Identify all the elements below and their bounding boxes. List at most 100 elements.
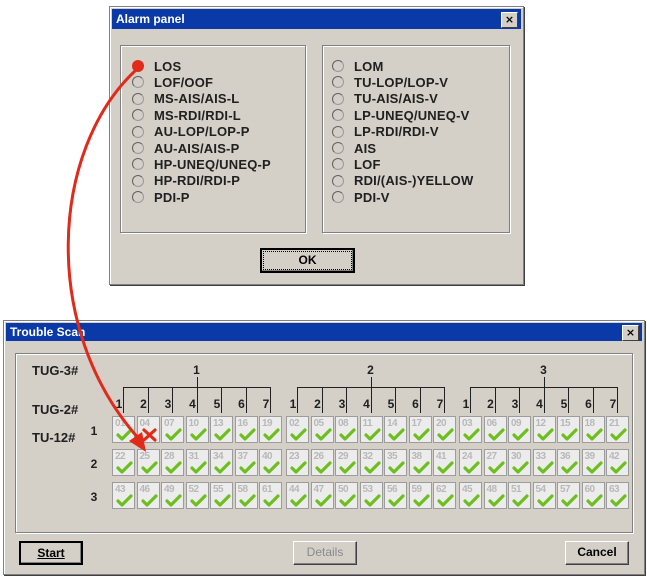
tu12-cell[interactable]: 27: [483, 449, 507, 476]
tu12-cell[interactable]: 40: [259, 449, 282, 476]
radio-icon[interactable]: [332, 158, 344, 171]
tu12-cell[interactable]: 51: [508, 482, 531, 509]
alarm-option[interactable]: LOF: [332, 156, 381, 172]
tu12-cell[interactable]: 21: [606, 416, 629, 443]
radio-selected-icon[interactable]: [132, 60, 144, 72]
tu12-cell[interactable]: 22: [112, 449, 135, 476]
tu12-cell[interactable]: 58: [234, 482, 258, 509]
details-button[interactable]: Details: [293, 541, 357, 565]
tu12-cell[interactable]: 12: [532, 416, 556, 443]
tu12-cell[interactable]: 60: [581, 482, 605, 509]
tu12-cell[interactable]: 04: [136, 416, 160, 443]
radio-icon[interactable]: [132, 142, 144, 154]
tu12-cell[interactable]: 52: [185, 482, 209, 509]
tu12-cell[interactable]: 62: [433, 482, 456, 509]
tu12-cell[interactable]: 28: [161, 449, 184, 476]
alarm-option[interactable]: LOF/OOF: [132, 74, 213, 90]
close-icon[interactable]: ×: [622, 325, 639, 341]
radio-icon[interactable]: [132, 125, 144, 138]
alarm-option[interactable]: AU-LOP/LOP-P: [132, 124, 250, 140]
alarm-option[interactable]: PDI-V: [332, 189, 390, 205]
alarm-option[interactable]: AU-AIS/AIS-P: [132, 140, 239, 156]
tu12-cell[interactable]: 34: [210, 449, 233, 476]
start-button[interactable]: Start: [19, 541, 83, 565]
tu12-cell[interactable]: 44: [286, 482, 309, 509]
tu12-cell[interactable]: 31: [185, 449, 209, 476]
tu12-cell[interactable]: 53: [359, 482, 383, 509]
tu12-cell[interactable]: 11: [359, 416, 383, 443]
tu12-cell[interactable]: 07: [161, 416, 184, 443]
tu12-cell[interactable]: 41: [433, 449, 456, 476]
cancel-button[interactable]: Cancel: [565, 541, 629, 565]
tu12-cell[interactable]: 48: [483, 482, 507, 509]
tu12-cell[interactable]: 01: [112, 416, 135, 443]
tu12-cell[interactable]: 10: [185, 416, 209, 443]
tu12-cell[interactable]: 49: [161, 482, 184, 509]
tu12-cell[interactable]: 14: [384, 416, 407, 443]
radio-icon[interactable]: [332, 60, 344, 72]
radio-icon[interactable]: [332, 142, 344, 154]
tu12-cell[interactable]: 42: [606, 449, 629, 476]
tu12-cell[interactable]: 19: [259, 416, 282, 443]
tu12-cell[interactable]: 50: [335, 482, 358, 509]
alarm-option[interactable]: LOS: [132, 58, 181, 74]
tu12-cell[interactable]: 43: [112, 482, 135, 509]
tu12-cell[interactable]: 55: [210, 482, 233, 509]
tu12-cell[interactable]: 61: [259, 482, 282, 509]
alarm-option[interactable]: LP-RDI/RDI-V: [332, 124, 439, 140]
radio-icon[interactable]: [132, 174, 144, 187]
tu12-cell[interactable]: 26: [310, 449, 334, 476]
tu12-cell[interactable]: 29: [335, 449, 358, 476]
tu12-cell[interactable]: 38: [408, 449, 432, 476]
alarm-option[interactable]: RDI/(AIS-)YELLOW: [332, 173, 473, 189]
tu12-cell[interactable]: 30: [508, 449, 531, 476]
tu12-cell[interactable]: 35: [384, 449, 407, 476]
radio-icon[interactable]: [332, 191, 344, 204]
alarm-option[interactable]: TU-LOP/LOP-V: [332, 74, 448, 90]
radio-icon[interactable]: [132, 109, 144, 122]
tu12-cell[interactable]: 05: [310, 416, 334, 443]
tu12-cell[interactable]: 46: [136, 482, 160, 509]
radio-icon[interactable]: [132, 92, 144, 105]
tu12-cell[interactable]: 02: [286, 416, 309, 443]
close-icon[interactable]: ×: [501, 12, 518, 28]
ok-button[interactable]: OK: [260, 248, 355, 273]
radio-icon[interactable]: [132, 158, 144, 171]
tu12-cell[interactable]: 47: [310, 482, 334, 509]
tu12-cell[interactable]: 36: [557, 449, 580, 476]
alarm-option[interactable]: HP-RDI/RDI-P: [132, 173, 240, 189]
radio-icon[interactable]: [332, 109, 344, 122]
radio-icon[interactable]: [332, 76, 344, 89]
tu12-cell[interactable]: 03: [459, 416, 482, 443]
tu12-cell[interactable]: 09: [508, 416, 531, 443]
radio-icon[interactable]: [132, 76, 144, 89]
tu12-cell[interactable]: 16: [234, 416, 258, 443]
alarm-option[interactable]: MS-AIS/AIS-L: [132, 91, 239, 107]
tu12-cell[interactable]: 57: [557, 482, 580, 509]
radio-icon[interactable]: [332, 125, 344, 138]
tu12-cell[interactable]: 39: [581, 449, 605, 476]
alarm-option[interactable]: TU-AIS/AIS-V: [332, 91, 438, 107]
tu12-cell[interactable]: 18: [581, 416, 605, 443]
alarm-option[interactable]: MS-RDI/RDI-L: [132, 107, 241, 123]
radio-icon[interactable]: [332, 92, 344, 105]
tu12-cell[interactable]: 15: [557, 416, 580, 443]
tu12-cell[interactable]: 23: [286, 449, 309, 476]
alarm-option[interactable]: AIS: [332, 140, 376, 156]
tu12-cell[interactable]: 63: [606, 482, 629, 509]
tu12-cell[interactable]: 08: [335, 416, 358, 443]
tu12-cell[interactable]: 56: [384, 482, 407, 509]
tu12-cell[interactable]: 17: [408, 416, 432, 443]
tu12-cell[interactable]: 37: [234, 449, 258, 476]
radio-icon[interactable]: [132, 191, 144, 204]
tu12-cell[interactable]: 45: [459, 482, 482, 509]
tu12-cell[interactable]: 20: [433, 416, 456, 443]
tu12-cell[interactable]: 32: [359, 449, 383, 476]
tu12-cell[interactable]: 25: [136, 449, 160, 476]
tu12-cell[interactable]: 24: [459, 449, 482, 476]
radio-icon[interactable]: [332, 174, 344, 187]
tu12-cell[interactable]: 59: [408, 482, 432, 509]
alarm-option[interactable]: PDI-P: [132, 189, 190, 205]
tu12-cell[interactable]: 54: [532, 482, 556, 509]
tu12-cell[interactable]: 13: [210, 416, 233, 443]
